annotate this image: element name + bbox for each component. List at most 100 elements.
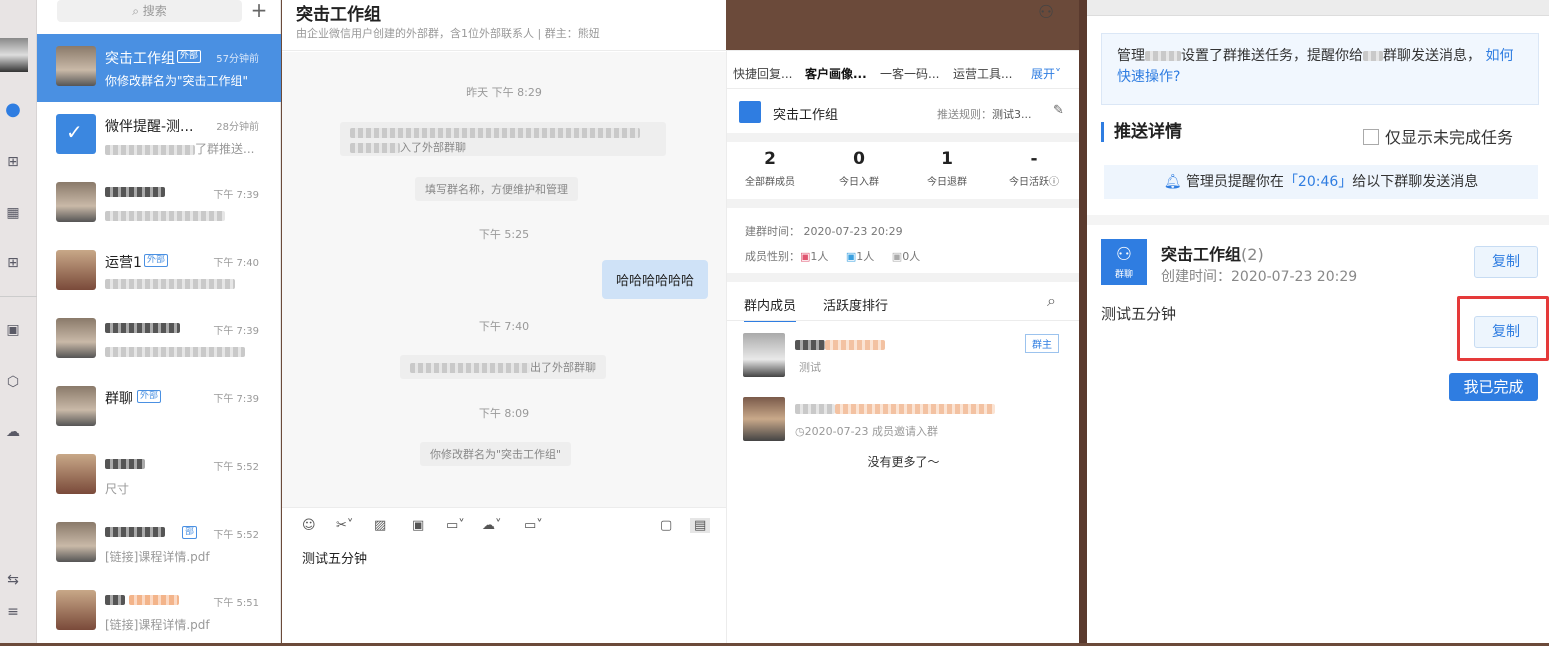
chat-item[interactable]: 下午 7:39 xyxy=(37,306,281,374)
chat-item[interactable]: 群聊 外部 下午 7:39 xyxy=(37,374,281,442)
chat-item[interactable]: 下午 5:52 尺寸 xyxy=(37,442,281,510)
cube-icon[interactable]: ⬡ xyxy=(3,372,23,392)
add-member-icon[interactable]: ⚇ xyxy=(1038,2,1054,23)
group-people-icon: ⚇ xyxy=(1115,244,1133,265)
scissors-icon[interactable]: ✂˅ xyxy=(336,518,353,533)
live-icon[interactable]: ▭˅ xyxy=(524,518,543,533)
group-member-count: (2) xyxy=(1241,245,1264,264)
push-message-text: 测试五分钟 xyxy=(1101,305,1177,323)
chat-item[interactable]: 下午 7:39 xyxy=(37,170,281,238)
tab-activity-rank[interactable]: 活跃度排行 xyxy=(823,295,888,314)
folder-icon[interactable]: ▭˅ xyxy=(446,518,465,533)
chat-preview: 尺寸 xyxy=(105,482,130,496)
group-name-text: 突击工作组 xyxy=(1161,245,1242,264)
emoji-icon[interactable]: ☺ xyxy=(302,518,316,533)
avatar xyxy=(56,46,96,86)
chat-time: 28分钟前 xyxy=(216,122,259,133)
tab-divider xyxy=(727,88,1080,89)
composer-input[interactable]: 测试五分钟 xyxy=(302,548,367,567)
highlight-box xyxy=(1457,296,1549,361)
member-avatar xyxy=(743,397,785,441)
add-button[interactable]: + xyxy=(249,0,269,22)
chat-item[interactable]: 部 下午 5:52 [链接]课程详情.pdf xyxy=(37,510,281,578)
member-join-text: 2020-07-23 成员邀请入群 xyxy=(804,425,939,438)
chat-name xyxy=(105,592,180,608)
timestamp: 下午 5:25 xyxy=(478,228,530,241)
user-avatar[interactable] xyxy=(0,38,28,72)
timestamp: 下午 8:09 xyxy=(478,407,530,420)
contacts-icon[interactable]: ⊞ xyxy=(3,152,23,172)
rail-divider xyxy=(0,296,37,297)
tab-qrcode[interactable]: 一客一码... xyxy=(880,65,939,82)
checkbox-box[interactable] xyxy=(1363,129,1379,145)
tab-customer-profile[interactable]: 客户画像... xyxy=(805,65,867,82)
member-remark: 测试 xyxy=(799,361,821,374)
help-icon[interactable]: ⓘ xyxy=(1049,177,1059,188)
tab-ops-tools[interactable]: 运营工具... xyxy=(953,65,1012,82)
avatar xyxy=(56,182,96,222)
chat-window: 突击工作组 由企业微信用户创建的外部群，含1位外部联系人 | 群主：熊妞 ⚇ 昨… xyxy=(282,0,1079,643)
expand-tab[interactable]: 展开˅ xyxy=(1031,65,1061,82)
group-avatar-label: 群聊 xyxy=(1114,270,1133,280)
image-icon[interactable]: ▨ xyxy=(374,518,386,533)
stat-value: 1 xyxy=(941,149,953,169)
search-icon: ⌕ xyxy=(132,4,143,18)
cloud-icon[interactable]: ☁˅ xyxy=(482,518,502,533)
menu-icon[interactable]: ≡ xyxy=(3,602,23,622)
system-message-text: 出了外部群聊 xyxy=(530,361,596,374)
copy-group-button[interactable]: 复制 xyxy=(1474,246,1538,278)
external-tag: 外部 xyxy=(137,390,162,403)
stat-label: 今日活跃ⓘ xyxy=(999,173,1069,188)
group-name: 突击工作组(2) xyxy=(1161,241,1264,265)
member-row[interactable]: 群主 测试 xyxy=(727,329,1080,381)
reminder-text-a: 管理员提醒你在 xyxy=(1185,174,1284,190)
message-icon[interactable]: ● xyxy=(3,100,23,120)
group-created-time: 创建时间：2020-07-23 20:29 xyxy=(1161,269,1358,285)
chat-preview-text: 了群推送... xyxy=(195,142,255,156)
search-icon[interactable]: ⌕ xyxy=(1047,291,1056,311)
section-divider xyxy=(727,199,1080,208)
search-input[interactable]: ⌕ 搜索 xyxy=(57,0,242,22)
message-bubble[interactable]: 哈哈哈哈哈哈 xyxy=(602,260,709,299)
doc-icon[interactable]: ▣ xyxy=(412,518,424,533)
sidebar-toggle-icon[interactable]: ▤ xyxy=(690,518,711,533)
stat-value: 2 xyxy=(764,149,776,169)
cloud-icon[interactable]: ☁ xyxy=(3,422,23,442)
chat-item[interactable]: 突击工作组 外部 57分钟前 你修改群名为"突击工作组" xyxy=(37,34,281,102)
expand-label: 展开 xyxy=(1031,67,1056,81)
system-message: 填写群名称，方便维护和管理 xyxy=(415,177,578,201)
doc-icon[interactable]: ▣ xyxy=(3,320,23,340)
tab-quick-reply[interactable]: 快捷回复... xyxy=(733,65,792,82)
notice-text-b: 设置了群推送任务，提醒你给 xyxy=(1181,48,1363,64)
unfinished-only-checkbox[interactable]: 仅显示未完成任务 xyxy=(1363,124,1513,148)
chat-item[interactable]: 微伴提醒-测... 28分钟前 了群推送... xyxy=(37,102,281,170)
chat-name: 运营1 xyxy=(105,255,142,271)
composer[interactable]: ☺ ✂˅ ▨ ▣ ▭˅ ☁˅ ▭˅ ▢ ▤ 测试五分钟 xyxy=(282,507,726,643)
group-icon xyxy=(739,101,761,123)
chat-name xyxy=(105,320,180,336)
avatar xyxy=(56,318,96,358)
comment-icon[interactable]: ▢ xyxy=(660,518,672,533)
calendar-icon[interactable]: ▦ xyxy=(3,203,23,223)
avatar xyxy=(56,522,96,562)
member-avatar xyxy=(743,333,785,377)
search-placeholder: 搜索 xyxy=(142,4,167,18)
edit-icon[interactable]: ✎ xyxy=(1053,103,1064,118)
tab-members[interactable]: 群内成员 xyxy=(744,295,797,322)
member-row[interactable]: ◷2020-07-23 成员邀请入群 xyxy=(727,393,1080,445)
female-icon: ▣ xyxy=(800,250,811,263)
group-name: 突击工作组 xyxy=(773,108,839,123)
reminder-text-b: 给以下群聊发送消息 xyxy=(1352,174,1479,190)
external-tag: 外部 xyxy=(177,50,202,63)
chat-item[interactable]: 下午 5:51 [链接]课程详情.pdf xyxy=(37,578,281,646)
switch-icon[interactable]: ⇆ xyxy=(3,570,23,590)
chat-item[interactable]: 运营1 外部 下午 7:40 xyxy=(37,238,281,306)
gender-label: 成员性别： xyxy=(745,250,800,263)
reminder-time: 「20:46」 xyxy=(1283,174,1353,190)
apps-icon[interactable]: ⊞ xyxy=(3,253,23,273)
timestamp: 下午 7:40 xyxy=(478,320,530,333)
member-join-info: ◷2020-07-23 成员邀请入群 xyxy=(795,423,938,439)
mark-done-button[interactable]: 我已完成 xyxy=(1449,373,1538,401)
tabs-divider xyxy=(727,320,1080,321)
desktop-gap xyxy=(1079,0,1087,643)
